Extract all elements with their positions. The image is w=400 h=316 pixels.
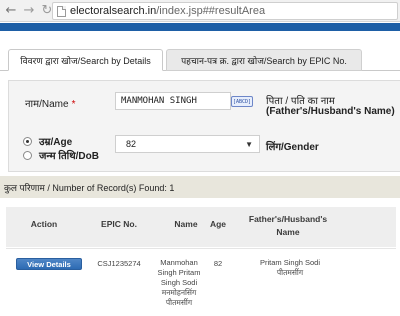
name-label: नाम/Name *: [25, 96, 75, 110]
father-name-line: पीतमसींग: [276, 268, 304, 277]
table-row: View Details CSJ1235274 Manmohan Singh P…: [6, 248, 396, 316]
column-header-father: Father's/Husband's Name: [248, 214, 328, 237]
name-input[interactable]: MANMOHAN SINGH: [115, 92, 231, 110]
father-name-label-en: (Father's/Husband's Name): [266, 106, 395, 117]
name-line: पीतमसींग: [165, 298, 193, 307]
results-table-header: Action EPIC No. Name Age Father's/Husban…: [6, 207, 396, 247]
site-header-band: [0, 23, 400, 31]
age-select[interactable]: 82 ▼: [115, 135, 260, 153]
forward-arrow-icon[interactable]: →: [20, 2, 38, 20]
view-details-button[interactable]: View Details: [16, 258, 82, 270]
gender-label: लिंग/Gender: [266, 142, 319, 153]
father-name-line: Pritam Singh Sodi: [259, 258, 321, 267]
father-name-label-hi: पिता / पति का नाम: [266, 96, 335, 107]
browser-toolbar: ← → ↻ electoralsearch.in/index.jsp##resu…: [0, 0, 400, 22]
name-label-text: नाम/Name: [25, 99, 69, 110]
page-icon: [57, 5, 66, 17]
url-host: electoralsearch.in: [70, 5, 157, 17]
column-header-age: Age: [209, 219, 227, 229]
required-mark: *: [71, 99, 76, 110]
epic-no-cell: CSJ1235274: [97, 259, 141, 268]
tab-search-by-details[interactable]: विवरण द्वारा खोज/Search by Details: [8, 49, 163, 71]
keyboard-icon[interactable]: [ABCD]: [231, 96, 253, 107]
search-tabs: विवरण द्वारा खोज/Search by Details पहचान…: [0, 45, 400, 71]
age-select-value: 82: [126, 139, 137, 149]
age-radio[interactable]: [23, 137, 32, 146]
age-label: उम्र/Age: [39, 137, 73, 148]
name-line: Singh Pritam: [157, 268, 201, 277]
column-header-action: Action: [30, 219, 58, 229]
address-bar[interactable]: electoralsearch.in/index.jsp##resultArea: [52, 2, 398, 20]
name-line: Manmohan: [160, 258, 198, 267]
url-path: /index.jsp##resultArea: [156, 5, 266, 17]
column-header-epic: EPIC No.: [101, 219, 137, 229]
dob-radio[interactable]: [23, 151, 32, 160]
name-line: मनमोहनसिंग: [161, 288, 197, 297]
back-arrow-icon[interactable]: ←: [2, 2, 20, 20]
name-cell: Manmohan Singh Pritam Singh Sodi मनमोहनस…: [148, 258, 210, 308]
age-cell: 82: [213, 259, 223, 268]
tab-search-by-epic[interactable]: पहचान-पत्र क्र. द्वारा खोज/Search by EPI…: [166, 49, 362, 71]
name-line: Singh Sodi: [160, 278, 198, 287]
dob-label: जन्म तिथि/DoB: [39, 151, 99, 162]
record-count-bar: कुल परिणाम / Number of Record(s) Found: …: [0, 176, 400, 198]
search-form: नाम/Name * MANMOHAN SINGH [ABCD] पिता / प…: [8, 80, 400, 172]
chevron-down-icon: ▼: [245, 140, 253, 149]
father-name-cell: Pritam Singh Sodi पीतमसींग: [242, 258, 338, 278]
